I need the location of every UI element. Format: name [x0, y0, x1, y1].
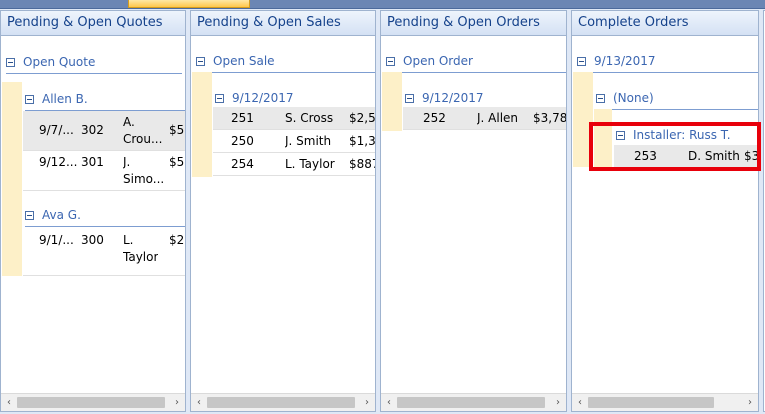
- scroll-left-icon[interactable]: ‹: [1, 394, 17, 411]
- scroll-thumb[interactable]: [588, 397, 714, 408]
- collapse-icon[interactable]: [596, 93, 605, 103]
- horizontal-scrollbar[interactable]: ‹ ›: [381, 393, 566, 411]
- table-row[interactable]: 9/1/... 300 L. Taylor $2,: [23, 228, 185, 276]
- group-indent-stripe: [573, 72, 593, 167]
- panel-pending-open-sales: Pending & Open Sales Open Sale 9/12/2017…: [190, 10, 376, 412]
- scroll-right-icon[interactable]: ›: [359, 394, 375, 411]
- horizontal-scrollbar[interactable]: ‹ ›: [191, 393, 375, 411]
- scroll-left-icon[interactable]: ‹: [191, 394, 207, 411]
- collapse-icon[interactable]: [405, 93, 414, 103]
- group-header-installer[interactable]: Installer: Russ T.: [616, 128, 758, 147]
- group-header-date[interactable]: 9/12/2017: [215, 91, 375, 110]
- table-row[interactable]: 9/12... 301 J. Simo... $5,: [23, 151, 185, 191]
- scroll-left-icon[interactable]: ‹: [381, 394, 397, 411]
- panel-content[interactable]: 9/13/2017 (None) Installer: Russ T. 253 …: [572, 36, 758, 393]
- table-row[interactable]: 251 S. Cross $2,54: [213, 107, 375, 130]
- collapse-icon[interactable]: [616, 130, 625, 140]
- group-header-date[interactable]: 9/13/2017: [577, 54, 758, 73]
- collapse-icon[interactable]: [6, 57, 15, 67]
- table-row[interactable]: 9/7/... 302 A. Crou... $5,: [23, 111, 185, 151]
- collapse-icon[interactable]: [215, 93, 224, 103]
- scroll-thumb[interactable]: [397, 397, 545, 408]
- group-indent-stripe: [594, 109, 612, 167]
- panel-content[interactable]: Open Sale 9/12/2017 251 S. Cross $2,54 2…: [191, 36, 375, 393]
- group-header-ava[interactable]: Ava G.: [25, 208, 185, 227]
- collapse-icon[interactable]: [577, 56, 586, 66]
- scroll-right-icon[interactable]: ›: [169, 394, 185, 411]
- panel-complete-orders: Complete Orders 9/13/2017 (None) Install…: [571, 10, 759, 412]
- group-header-allen[interactable]: Allen B.: [25, 92, 185, 111]
- collapse-icon[interactable]: [25, 210, 34, 220]
- panel-title: Pending & Open Quotes: [1, 11, 185, 36]
- panel-content[interactable]: Open Quote Allen B. 9/7/... 302 A. Crou.…: [1, 36, 185, 393]
- table-row[interactable]: 252 J. Allen $3,78: [403, 107, 566, 130]
- top-tab-strip: [0, 0, 765, 9]
- group-header-open-sale[interactable]: Open Sale: [196, 54, 375, 73]
- group-header-date[interactable]: 9/12/2017: [405, 91, 566, 110]
- collapse-icon[interactable]: [196, 56, 205, 66]
- group-indent-stripe: [192, 72, 212, 177]
- scroll-left-icon[interactable]: ‹: [572, 394, 588, 411]
- panel-content[interactable]: Open Order 9/12/2017 252 J. Allen $3,78: [381, 36, 566, 393]
- collapse-icon[interactable]: [25, 94, 34, 104]
- group-header-none[interactable]: (None): [596, 91, 758, 110]
- scroll-right-icon[interactable]: ›: [550, 394, 566, 411]
- table-row[interactable]: 250 J. Smith $1,31: [213, 130, 375, 153]
- scroll-right-icon[interactable]: ›: [742, 394, 758, 411]
- horizontal-scrollbar[interactable]: ‹ ›: [1, 393, 185, 411]
- group-header-open-order[interactable]: Open Order: [386, 54, 566, 73]
- group-header-open-quote[interactable]: Open Quote: [6, 55, 182, 74]
- horizontal-scrollbar[interactable]: ‹ ›: [572, 393, 758, 411]
- panel-title: Pending & Open Sales: [191, 11, 375, 36]
- group-indent-stripe: [382, 72, 402, 131]
- active-view-tab[interactable]: [128, 0, 250, 8]
- panel-pending-open-orders: Pending & Open Orders Open Order 9/12/20…: [380, 10, 567, 412]
- table-row[interactable]: 253 D. Smith $3: [614, 145, 758, 168]
- scroll-thumb[interactable]: [17, 397, 165, 408]
- scroll-thumb[interactable]: [207, 397, 355, 408]
- panel-title: Complete Orders: [572, 11, 758, 36]
- panel-pending-open-quotes: Pending & Open Quotes Open Quote Allen B…: [0, 10, 186, 412]
- collapse-icon[interactable]: [386, 56, 395, 66]
- group-indent-stripe: [2, 82, 22, 276]
- panel-title: Pending & Open Orders: [381, 11, 566, 36]
- table-row[interactable]: 254 L. Taylor $887: [213, 153, 375, 176]
